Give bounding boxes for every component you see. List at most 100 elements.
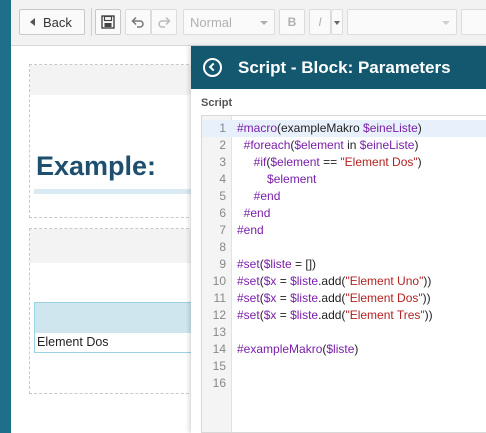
- code-line[interactable]: 8: [202, 239, 486, 256]
- line-number: 7: [219, 223, 226, 237]
- line-number: 2: [219, 138, 226, 152]
- code-keyword: #end: [253, 189, 281, 203]
- code-line[interactable]: 10 #set($x = $liste.add("Element Uno")): [202, 273, 486, 290]
- code-keyword: $eineListe: [363, 121, 418, 135]
- line-number: 12: [212, 308, 226, 322]
- title-underline: [34, 189, 194, 194]
- save-icon: [101, 15, 115, 29]
- table-block[interactable]: Element Dos: [29, 228, 204, 394]
- code-keyword: #set: [237, 274, 260, 288]
- line-number: 11: [213, 291, 226, 305]
- code-text: #foreach($element in $eineListe): [237, 137, 419, 154]
- line-number: 6: [219, 206, 226, 220]
- line-number: 15: [212, 359, 226, 373]
- code-line[interactable]: 1 #macro(exampleMakro $eineListe): [202, 120, 486, 137]
- code-keyword: $liste: [290, 291, 319, 305]
- script-field-label: Script: [201, 97, 233, 109]
- code-line[interactable]: 2 #foreach($element in $eineListe): [202, 137, 486, 154]
- code-string: "Element Dos": [340, 155, 418, 169]
- code-line[interactable]: 9 #set($liste = []): [202, 256, 486, 273]
- line-number: 4: [219, 172, 226, 186]
- code-line[interactable]: 12 #set($x = $liste.add("Element Tres")): [202, 307, 486, 324]
- format-select[interactable]: Normal: [183, 9, 275, 35]
- code-token: = []): [291, 257, 317, 271]
- code-string: "Element Dos": [345, 291, 423, 305]
- line-number: 1: [219, 121, 226, 135]
- bold-button[interactable]: B: [279, 9, 305, 35]
- table-header: [35, 303, 203, 333]
- chevron-down-icon: [442, 21, 450, 25]
- undo-button[interactable]: [125, 9, 151, 35]
- code-keyword: #foreach: [243, 138, 291, 152]
- code-keyword: #end: [243, 206, 271, 220]
- code-token: in: [343, 138, 360, 152]
- code-token: .add(: [318, 274, 346, 288]
- code-keyword: $liste: [290, 274, 319, 288]
- code-text: #if($element == "Element Dos"): [237, 154, 422, 171]
- code-line[interactable]: 11 #set($x = $liste.add("Element Dos")): [202, 290, 486, 307]
- chevron-left-icon: [30, 18, 35, 26]
- back-button-label: Back: [43, 14, 72, 30]
- left-nav-strip: [0, 0, 11, 433]
- code-text: #set($x = $liste.add("Element Dos")): [237, 290, 431, 307]
- code-line[interactable]: 5 #end: [202, 188, 486, 205]
- code-line[interactable]: 3 #if($element == "Element Dos"): [202, 154, 486, 171]
- code-keyword: $liste: [263, 257, 292, 271]
- back-button[interactable]: Back: [19, 9, 85, 35]
- line-number: 9: [219, 257, 226, 271]
- code-line[interactable]: 7 #end: [202, 222, 486, 239]
- line-number: 14: [212, 342, 226, 356]
- italic-dropdown-button[interactable]: [331, 9, 343, 35]
- code-keyword: #macro: [237, 121, 278, 135]
- script-code-editor[interactable]: 1 #macro(exampleMakro $eineListe) 2 #forea…: [201, 115, 486, 433]
- code-keyword: $x: [263, 274, 277, 288]
- code-keyword: $liste: [290, 308, 319, 322]
- code-text: #macro(exampleMakro $eineListe): [237, 120, 422, 137]
- code-token: =: [276, 291, 291, 305]
- code-text: #end: [237, 222, 264, 239]
- code-keyword: $x: [263, 291, 277, 305]
- code-token: )): [423, 274, 432, 288]
- font-select[interactable]: [347, 9, 457, 35]
- line-number: 5: [219, 189, 226, 203]
- code-line[interactable]: 13: [202, 324, 486, 341]
- code-line[interactable]: 6 #end: [202, 205, 486, 222]
- code-text: #end: [237, 188, 281, 205]
- code-line[interactable]: 15: [202, 358, 486, 375]
- script-panel: Script - Block: Parameters Script 1 #macr…: [191, 46, 486, 433]
- code-string: "Element Tres": [345, 308, 425, 322]
- code-string: "Element Uno": [345, 274, 424, 288]
- code-token: (exampleMakro: [277, 121, 364, 135]
- bold-button-label: B: [287, 15, 297, 29]
- block-header-bar: [30, 65, 198, 95]
- font-size-select[interactable]: [461, 9, 486, 35]
- circle-arrow-left-icon[interactable]: [203, 58, 222, 77]
- save-button[interactable]: [95, 9, 121, 35]
- block-header-bar: [30, 229, 198, 263]
- code-keyword: #exampleMakro: [237, 342, 323, 356]
- code-line[interactable]: 16: [202, 375, 486, 392]
- code-keyword: $eineListe: [359, 138, 415, 152]
- code-keyword: #set: [237, 308, 260, 322]
- panel-title: Script - Block: Parameters: [238, 58, 451, 77]
- title-block[interactable]: Example:: [29, 64, 199, 218]
- code-keyword: $element: [270, 155, 320, 169]
- code-text: #set($x = $liste.add("Element Uno")): [237, 273, 431, 290]
- page-title: Example:: [36, 151, 157, 181]
- undo-icon: [131, 16, 144, 28]
- code-keyword: $element: [267, 172, 317, 186]
- line-number: 3: [219, 155, 226, 169]
- format-select-value: Normal: [190, 14, 232, 30]
- code-token: )): [424, 308, 433, 322]
- code-text: #set($x = $liste.add("Element Tres")): [237, 307, 433, 324]
- code-keyword: $element: [294, 138, 344, 152]
- line-number: 8: [219, 240, 226, 254]
- redo-button[interactable]: [151, 9, 177, 35]
- code-line[interactable]: 4 $element: [202, 171, 486, 188]
- italic-button[interactable]: I: [309, 9, 331, 35]
- code-line[interactable]: 14 #exampleMakro($liste): [202, 341, 486, 358]
- code-keyword: #set: [237, 291, 260, 305]
